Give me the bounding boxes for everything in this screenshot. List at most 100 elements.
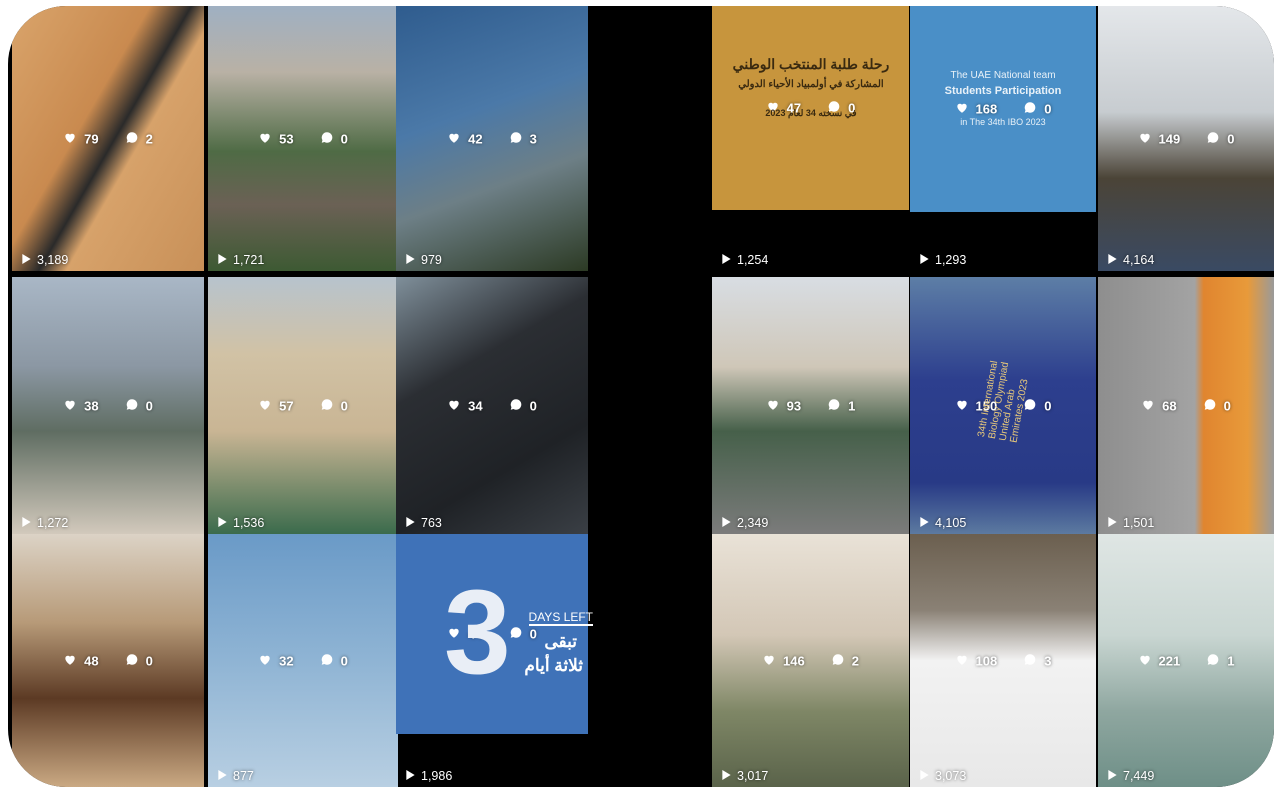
play-count: 3,073 [920, 769, 966, 783]
likes-stat: 79 [63, 130, 99, 147]
engagement-overlay: 42 3 [396, 130, 588, 147]
heart-icon [762, 652, 776, 669]
play-count: 1,721 [218, 253, 264, 267]
engagement-overlay: 68 0 [1098, 397, 1274, 414]
likes-stat: 42 [447, 130, 483, 147]
heart-icon [1138, 652, 1152, 669]
right-video-tile[interactable]: 108 3 3,073 [910, 534, 1096, 787]
play-count: 1,986 [406, 769, 452, 783]
comments-count: 0 [145, 398, 153, 413]
likes-stat: 221 [1138, 652, 1181, 669]
left-video-tile[interactable]: 53 0 1,721 [208, 6, 398, 271]
days-left-label: DAYS LEFT [528, 610, 593, 626]
play-count-value: 1,272 [37, 516, 69, 530]
left-video-tile[interactable]: 38 0 1,272 [12, 277, 204, 534]
comments-stat: 3 [509, 130, 537, 147]
play-icon [722, 253, 731, 267]
video-grid-frame: 79 2 3,189 53 0 1,721 42 3 979 38 0 1,272 57 0 1,536 34… [8, 6, 1274, 787]
comments-count: 0 [340, 653, 348, 668]
comments-count: 0 [340, 398, 348, 413]
play-count-value: 979 [421, 253, 442, 267]
play-count: 979 [406, 253, 442, 267]
comments-count: 0 [1227, 131, 1235, 146]
engagement-overlay: 57 0 [208, 397, 398, 414]
right-video-tile[interactable]: 68 0 1,501 [1098, 277, 1274, 534]
likes-count: 32 [279, 653, 294, 668]
heart-icon [1141, 397, 1155, 414]
heart-icon [1138, 130, 1152, 147]
comments-stat: 0 [320, 397, 348, 414]
left-video-tile[interactable]: 79 2 3,189 [12, 6, 204, 271]
comments-stat: 0 [1206, 130, 1234, 147]
left-video-tile[interactable]: 34 0 763 [396, 277, 588, 534]
heart-icon [63, 397, 77, 414]
likes-count: 38 [84, 398, 99, 413]
left-video-tile[interactable]: 48 0 [12, 534, 204, 787]
heart-icon [258, 652, 272, 669]
play-count: 3,189 [22, 253, 68, 267]
left-video-tile[interactable]: 32 0 877 [208, 534, 398, 787]
play-count: 1,293 [920, 253, 966, 267]
blue-caption-line2: Students Participation [944, 85, 1062, 97]
right-video-tile[interactable]: 221 1 7,449 [1098, 534, 1274, 787]
blue-caption: The UAE National team Students Participa… [910, 70, 1096, 127]
heart-icon [258, 397, 272, 414]
right-video-tile[interactable]: 93 1 2,349 [712, 277, 909, 534]
right-video-tile[interactable]: 146 2 3,017 [712, 534, 909, 787]
days-left-graphic: 3 DAYS LEFT تبقى ثلاثة أيام [406, 532, 599, 732]
comment-icon [827, 397, 841, 414]
comment-icon [831, 652, 845, 669]
right-video-tile[interactable]: 168 0 1,293 [910, 6, 1096, 271]
likes-count: 108 [975, 653, 998, 668]
play-count-value: 4,164 [1123, 253, 1155, 267]
likes-stat: 53 [258, 130, 294, 147]
likes-stat: 38 [63, 397, 99, 414]
orange-caption-title: رحلة طلبة المنتخب الوطني [732, 56, 890, 72]
orange-caption-year: في نسخته 34 لعام 2023 [765, 108, 857, 118]
comments-stat: 0 [320, 652, 348, 669]
likes-stat: 57 [258, 397, 294, 414]
play-count-value: 1,293 [935, 253, 967, 267]
engagement-overlay: 32 0 [208, 652, 398, 669]
engagement-overlay: 108 3 [910, 652, 1096, 669]
play-count: 2,349 [722, 516, 768, 530]
blue-caption-line3: in The 34th IBO 2023 [960, 117, 1046, 127]
play-count-value: 1,986 [421, 769, 453, 783]
likes-count: 57 [279, 398, 294, 413]
heart-icon [955, 397, 969, 414]
likes-count: 146 [783, 653, 805, 668]
comment-icon [125, 130, 139, 147]
play-count: 3,017 [722, 769, 768, 783]
comments-stat: 0 [509, 397, 537, 414]
play-count-value: 3,189 [37, 253, 69, 267]
play-icon [22, 253, 31, 267]
comments-stat: 1 [827, 397, 855, 414]
play-icon [218, 253, 227, 267]
likes-count: 221 [1158, 653, 1181, 668]
play-icon [218, 769, 227, 783]
comment-icon [1203, 397, 1217, 414]
comments-count: 0 [1223, 398, 1231, 413]
comment-icon [320, 130, 334, 147]
engagement-overlay: 79 2 [12, 130, 204, 147]
play-count: 1,501 [1108, 516, 1154, 530]
play-icon [722, 516, 731, 530]
comment-icon [1023, 652, 1037, 669]
right-video-tile[interactable]: 149 0 4,164 [1098, 6, 1274, 271]
left-video-tile[interactable]: 57 0 1,536 [208, 277, 398, 534]
comment-icon [1206, 652, 1220, 669]
comment-icon [320, 652, 334, 669]
heart-icon [63, 130, 77, 147]
comments-stat: 0 [320, 130, 348, 147]
days-number: 3 [444, 565, 511, 699]
right-video-tile[interactable]: 47 0 1,254 [712, 6, 909, 271]
play-icon [920, 769, 929, 783]
play-icon [920, 516, 929, 530]
comments-stat: 2 [125, 130, 153, 147]
left-video-tile[interactable]: 42 3 979 [396, 6, 588, 271]
engagement-overlay: 53 0 [208, 130, 398, 147]
comment-icon [509, 130, 523, 147]
blue-caption-line1: The UAE National team [950, 70, 1056, 81]
heart-icon [63, 652, 77, 669]
play-count-value: 1,721 [233, 253, 265, 267]
